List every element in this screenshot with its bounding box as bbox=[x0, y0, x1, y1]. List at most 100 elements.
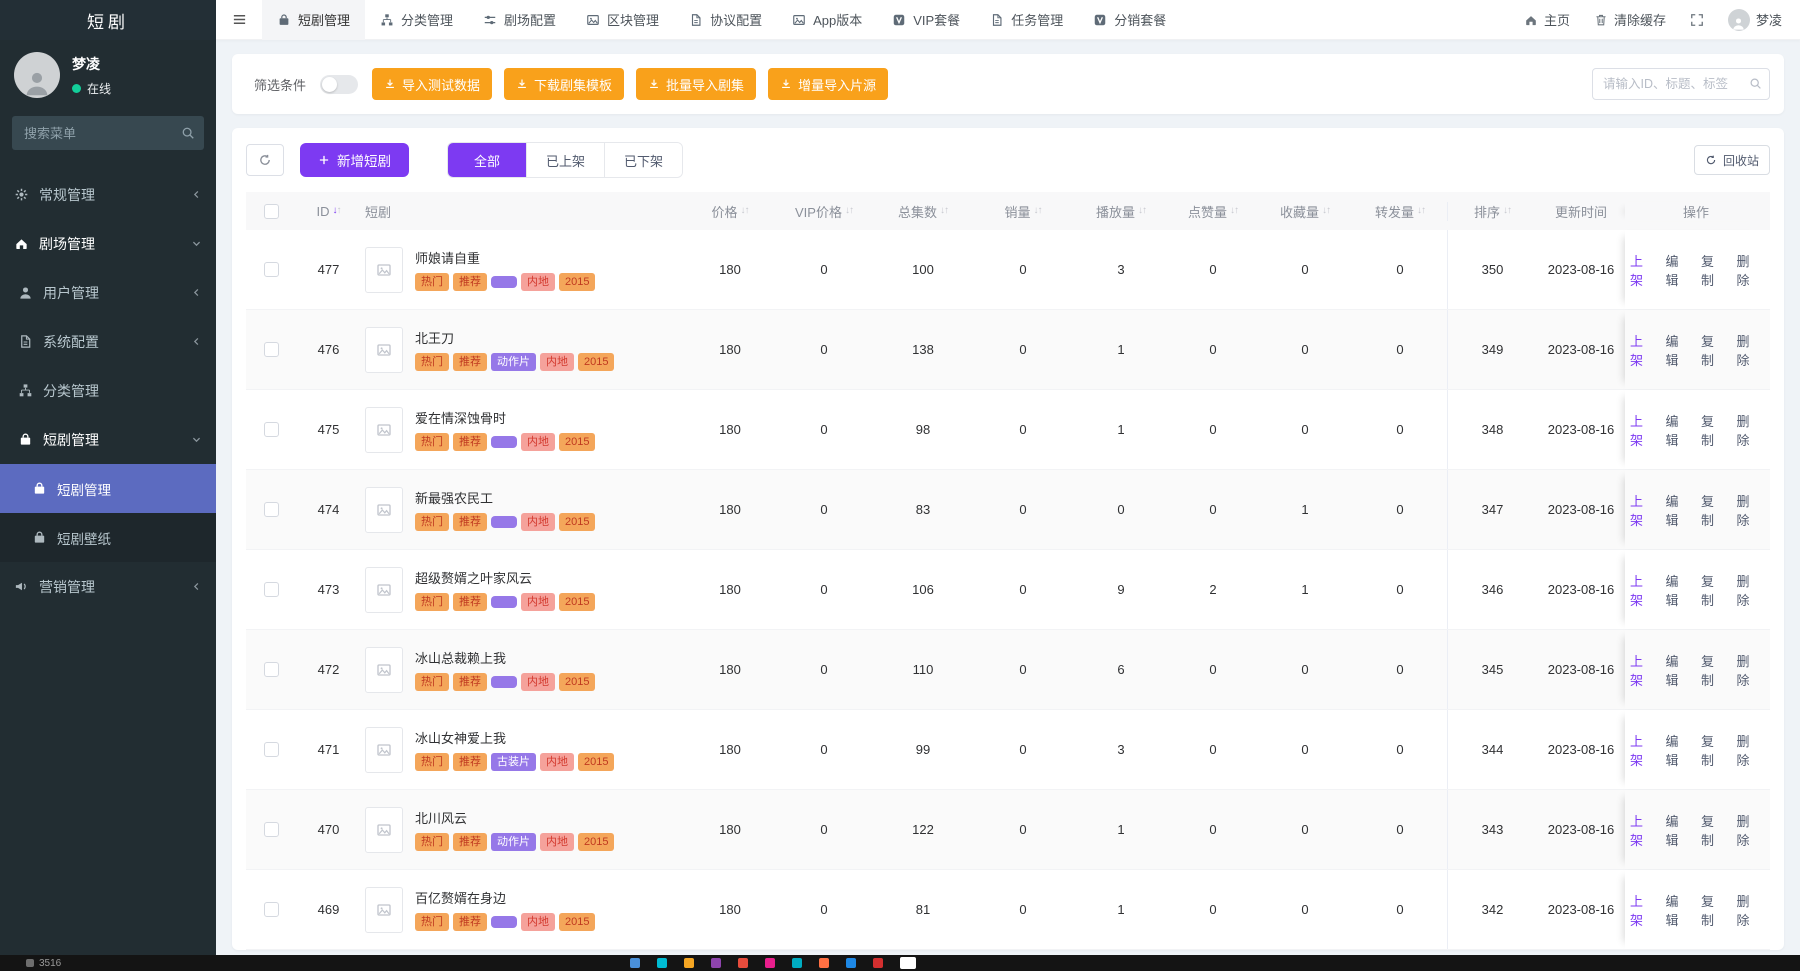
import-test-data-button[interactable]: 导入测试数据 bbox=[372, 68, 492, 100]
tab-protocol-config[interactable]: 协议配置 bbox=[674, 0, 777, 40]
action-publish[interactable]: 上架 bbox=[1630, 491, 1656, 529]
action-delete[interactable]: 删除 bbox=[1737, 731, 1763, 769]
taskbar-app-icon[interactable] bbox=[873, 958, 883, 968]
action-edit[interactable]: 编辑 bbox=[1666, 891, 1692, 929]
sidebar-item-drama[interactable]: 短剧管理 bbox=[0, 415, 216, 464]
taskbar-app-icon[interactable] bbox=[657, 958, 667, 968]
action-publish[interactable]: 上架 bbox=[1630, 411, 1656, 449]
sort-icon[interactable]: ↓↑ bbox=[741, 206, 749, 216]
action-delete[interactable]: 删除 bbox=[1737, 891, 1763, 929]
action-edit[interactable]: 编辑 bbox=[1666, 571, 1692, 609]
action-edit[interactable]: 编辑 bbox=[1666, 491, 1692, 529]
taskbar-app-icon[interactable] bbox=[900, 957, 916, 969]
select-all-checkbox[interactable] bbox=[264, 204, 279, 219]
action-edit[interactable]: 编辑 bbox=[1666, 331, 1692, 369]
sidebar-item-drama-manage[interactable]: 短剧管理 bbox=[0, 464, 216, 513]
action-copy[interactable]: 复制 bbox=[1701, 491, 1727, 529]
recycle-bin-button[interactable]: 回收站 bbox=[1694, 145, 1770, 175]
sort-icon[interactable]: ↓↑ bbox=[1322, 206, 1330, 216]
action-delete[interactable]: 删除 bbox=[1737, 331, 1763, 369]
tab-distribution-package[interactable]: 分销套餐 bbox=[1078, 0, 1181, 40]
hamburger-menu-button[interactable] bbox=[216, 0, 262, 40]
sidebar-item-general[interactable]: 常规管理 bbox=[0, 170, 216, 219]
incremental-import-source-button[interactable]: 增量导入片源 bbox=[768, 68, 888, 100]
action-publish[interactable]: 上架 bbox=[1630, 731, 1656, 769]
sidebar-item-system[interactable]: 系统配置 bbox=[0, 317, 216, 366]
refresh-button[interactable] bbox=[246, 144, 284, 176]
sort-icon[interactable]: ↓↑ bbox=[845, 206, 853, 216]
menu-search-input[interactable] bbox=[12, 116, 204, 150]
sort-icon[interactable]: ↓↑ bbox=[1034, 206, 1042, 216]
taskbar-app-icon[interactable] bbox=[738, 958, 748, 968]
status-tab-off[interactable]: 已下架 bbox=[604, 143, 682, 177]
taskbar-app-icon[interactable] bbox=[711, 958, 721, 968]
action-delete[interactable]: 删除 bbox=[1737, 251, 1763, 289]
batch-import-episodes-button[interactable]: 批量导入剧集 bbox=[636, 68, 756, 100]
sidebar-item-marketing[interactable]: 营销管理 bbox=[0, 562, 216, 611]
action-edit[interactable]: 编辑 bbox=[1666, 651, 1692, 689]
sort-icon[interactable]: ↓↑ bbox=[333, 206, 341, 216]
action-copy[interactable]: 复制 bbox=[1701, 251, 1727, 289]
action-copy[interactable]: 复制 bbox=[1701, 651, 1727, 689]
row-checkbox[interactable] bbox=[264, 342, 279, 357]
action-copy[interactable]: 复制 bbox=[1701, 731, 1727, 769]
sidebar-item-drama-wallpaper[interactable]: 短剧壁纸 bbox=[0, 513, 216, 562]
sidebar-item-theater[interactable]: 剧场管理 bbox=[0, 219, 216, 268]
action-copy[interactable]: 复制 bbox=[1701, 331, 1727, 369]
tab-drama-manage[interactable]: 短剧管理 bbox=[262, 0, 365, 40]
tab-block-manage[interactable]: 区块管理 bbox=[571, 0, 674, 40]
action-publish[interactable]: 上架 bbox=[1630, 891, 1656, 929]
action-copy[interactable]: 复制 bbox=[1701, 571, 1727, 609]
table-search-input[interactable] bbox=[1592, 68, 1770, 100]
clear-cache-button[interactable]: 清除缓存 bbox=[1594, 10, 1666, 29]
status-tab-all[interactable]: 全部 bbox=[448, 143, 526, 177]
download-episode-template-button[interactable]: 下载剧集模板 bbox=[504, 68, 624, 100]
tab-theater-config[interactable]: 剧场配置 bbox=[468, 0, 571, 40]
action-copy[interactable]: 复制 bbox=[1701, 811, 1727, 849]
sort-icon[interactable]: ↓↑ bbox=[1138, 206, 1146, 216]
row-checkbox[interactable] bbox=[264, 662, 279, 677]
tab-task-manage[interactable]: 任务管理 bbox=[975, 0, 1078, 40]
user-menu[interactable]: 梦凌 bbox=[1728, 9, 1782, 31]
action-edit[interactable]: 编辑 bbox=[1666, 251, 1692, 289]
home-button[interactable]: 主页 bbox=[1524, 10, 1570, 29]
taskbar-app-icon[interactable] bbox=[765, 958, 775, 968]
action-publish[interactable]: 上架 bbox=[1630, 331, 1656, 369]
sort-icon[interactable]: ↓↑ bbox=[940, 206, 948, 216]
action-delete[interactable]: 删除 bbox=[1737, 811, 1763, 849]
taskbar-app-icon[interactable] bbox=[684, 958, 694, 968]
status-tab-on[interactable]: 已上架 bbox=[526, 143, 604, 177]
action-edit[interactable]: 编辑 bbox=[1666, 411, 1692, 449]
sidebar-item-users[interactable]: 用户管理 bbox=[0, 268, 216, 317]
row-checkbox[interactable] bbox=[264, 902, 279, 917]
filter-toggle[interactable] bbox=[320, 75, 358, 94]
action-edit[interactable]: 编辑 bbox=[1666, 731, 1692, 769]
sort-icon[interactable]: ↓↑ bbox=[1230, 206, 1238, 216]
action-publish[interactable]: 上架 bbox=[1630, 571, 1656, 609]
tab-category-manage[interactable]: 分类管理 bbox=[365, 0, 468, 40]
action-delete[interactable]: 删除 bbox=[1737, 411, 1763, 449]
action-edit[interactable]: 编辑 bbox=[1666, 811, 1692, 849]
fullscreen-button[interactable] bbox=[1690, 13, 1704, 27]
sort-icon[interactable]: ↓↑ bbox=[1417, 206, 1425, 216]
add-drama-button[interactable]: 新增短剧 bbox=[300, 143, 409, 177]
row-checkbox[interactable] bbox=[264, 262, 279, 277]
tab-vip-package[interactable]: VIP套餐 bbox=[877, 0, 975, 40]
row-checkbox[interactable] bbox=[264, 582, 279, 597]
row-checkbox[interactable] bbox=[264, 502, 279, 517]
taskbar-app-icon[interactable] bbox=[819, 958, 829, 968]
action-publish[interactable]: 上架 bbox=[1630, 251, 1656, 289]
row-checkbox[interactable] bbox=[264, 742, 279, 757]
taskbar-app-icon[interactable] bbox=[630, 958, 640, 968]
action-delete[interactable]: 删除 bbox=[1737, 651, 1763, 689]
row-checkbox[interactable] bbox=[264, 822, 279, 837]
action-publish[interactable]: 上架 bbox=[1630, 651, 1656, 689]
tab-app-version[interactable]: App版本 bbox=[777, 0, 877, 40]
action-delete[interactable]: 删除 bbox=[1737, 491, 1763, 529]
taskbar-app-icon[interactable] bbox=[846, 958, 856, 968]
action-delete[interactable]: 删除 bbox=[1737, 571, 1763, 609]
taskbar-app-icon[interactable] bbox=[792, 958, 802, 968]
sidebar-item-category[interactable]: 分类管理 bbox=[0, 366, 216, 415]
row-checkbox[interactable] bbox=[264, 422, 279, 437]
sort-icon[interactable]: ↓↑ bbox=[1503, 206, 1511, 216]
